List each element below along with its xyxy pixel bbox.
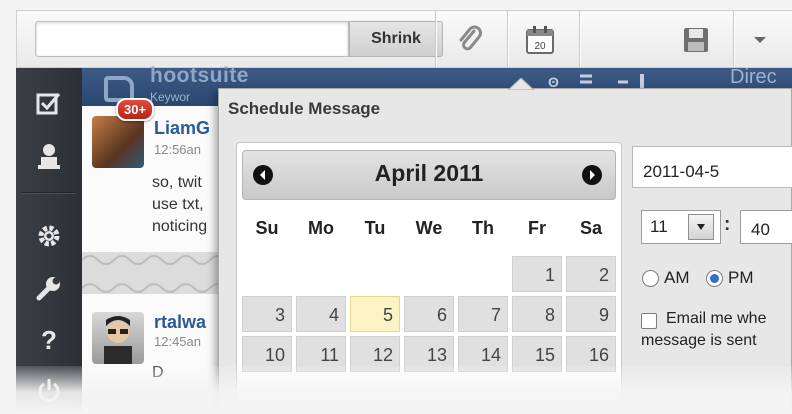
toolbar-divider — [579, 11, 580, 67]
person-icon[interactable] — [16, 136, 82, 176]
power-icon[interactable] — [16, 370, 82, 410]
email-me-checkbox[interactable] — [641, 313, 657, 329]
calendar-day[interactable]: 8 — [512, 296, 562, 332]
calendar-day[interactable]: 15 — [512, 336, 562, 372]
tweet-text: D — [152, 364, 164, 381]
tweet-timestamp[interactable]: 12:56an — [154, 142, 201, 157]
app-window: Shrink 20 ? hootsuite Keywor ʘ Direc 30+… — [0, 0, 792, 414]
calendar-day[interactable]: 11 — [296, 336, 346, 372]
calendar-month-label: April 2011 — [374, 160, 484, 186]
am-radio[interactable] — [642, 270, 659, 287]
gear-icon[interactable] — [16, 216, 82, 256]
pm-label[interactable]: PM — [728, 268, 754, 288]
calendar-day[interactable]: 16 — [566, 336, 616, 372]
tweet-line: so, twit — [152, 174, 202, 191]
tweet-username[interactable]: LiamG — [154, 118, 210, 139]
nav-divider — [22, 192, 76, 194]
gap-separator[interactable] — [81, 252, 227, 294]
calendar-day[interactable]: 9 — [566, 296, 616, 332]
calendar-day[interactable]: 2 — [566, 256, 616, 292]
avatar[interactable] — [92, 116, 144, 168]
weekday-header: Su — [255, 218, 279, 238]
email-me-label-cont: message is sent — [641, 332, 757, 349]
tweet-timestamp[interactable]: 12:45an — [154, 334, 201, 349]
calendar-day[interactable]: 7 — [458, 296, 508, 332]
tweet-line: use txt, — [152, 196, 204, 213]
svg-text:20: 20 — [534, 41, 546, 52]
calendar-day[interactable]: 5 — [350, 296, 400, 332]
calendar-day[interactable]: 1 — [512, 256, 562, 292]
dropdown-arrow-icon[interactable] — [743, 23, 777, 57]
weekday-header: Sa — [579, 218, 603, 238]
am-label[interactable]: AM — [664, 268, 690, 288]
calendar-icon[interactable]: 20 — [523, 23, 557, 57]
checkbox-icon[interactable] — [16, 84, 82, 124]
weekday-header: Tu — [364, 218, 386, 238]
dialog-title: Schedule Message — [228, 99, 381, 118]
chevron-down-icon[interactable] — [688, 214, 714, 240]
left-nav: ? — [16, 68, 82, 414]
next-month-button[interactable] — [582, 165, 602, 185]
weekday-header: Fr — [528, 218, 546, 238]
compose-message-input[interactable] — [35, 21, 349, 57]
calendar-day[interactable]: 4 — [296, 296, 346, 332]
help-icon[interactable]: ? — [16, 320, 82, 360]
calendar-day[interactable]: 3 — [242, 296, 292, 332]
avatar[interactable] — [92, 312, 144, 364]
attach-icon[interactable] — [453, 23, 487, 57]
toolbar-divider — [507, 11, 508, 67]
compose-toolbar: Shrink 20 — [16, 10, 792, 68]
pm-radio[interactable] — [706, 270, 723, 287]
time-separator: : — [724, 214, 731, 235]
shrink-button[interactable]: Shrink — [349, 21, 443, 57]
calendar-day[interactable]: 10 — [242, 336, 292, 372]
tweet-line: noticing — [152, 218, 208, 235]
calendar-day[interactable]: 12 — [350, 336, 400, 372]
dialog-pointer — [508, 78, 534, 90]
weekday-header: Th — [472, 218, 494, 238]
stream-subtitle: Keywor — [150, 90, 191, 104]
calendar-day[interactable]: 6 — [404, 296, 454, 332]
weekday-header: Mo — [308, 218, 334, 238]
weekday-header: We — [415, 218, 443, 238]
toolbar-divider — [733, 11, 734, 67]
date-field[interactable] — [632, 146, 792, 188]
tweet-text: so, twit use txt, noticing — [152, 172, 207, 238]
toolbar-divider — [435, 11, 436, 67]
wrench-icon[interactable] — [16, 268, 82, 308]
direct-column-title: Direc — [730, 66, 777, 88]
save-icon[interactable] — [679, 23, 713, 57]
brand-name: hootsuite — [150, 64, 249, 87]
tweet-username[interactable]: rtalwa — [154, 312, 206, 333]
calendar-day[interactable]: 13 — [404, 336, 454, 372]
calendar-day[interactable]: 14 — [458, 336, 508, 372]
unread-count-badge: 30+ — [116, 98, 155, 121]
minute-field[interactable] — [740, 210, 792, 244]
email-me-label[interactable]: Email me whe — [666, 310, 766, 328]
